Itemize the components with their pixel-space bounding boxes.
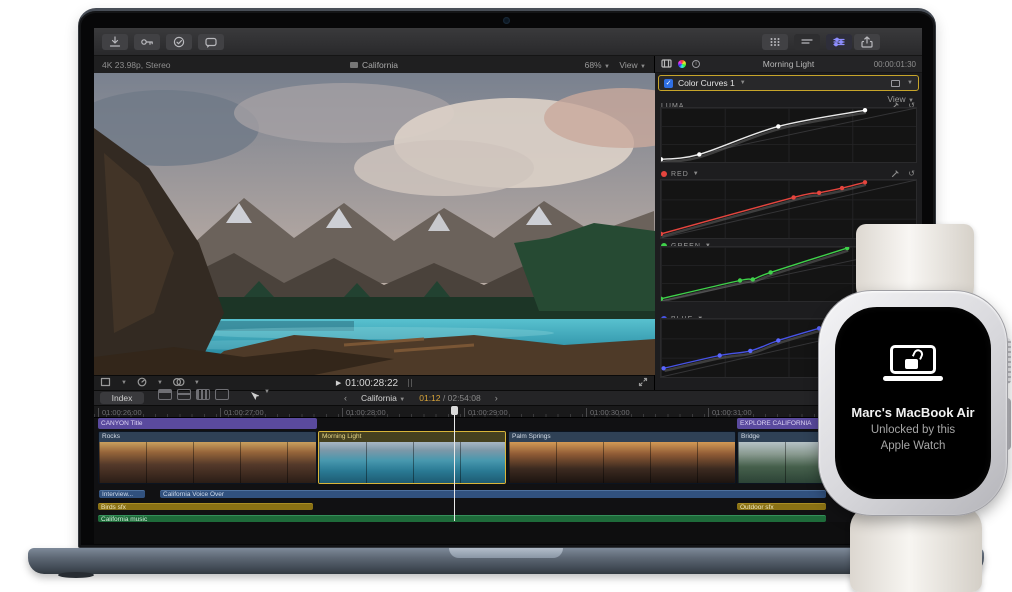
ruler-label: 01:00:30:00 xyxy=(586,408,630,417)
import-icon[interactable] xyxy=(102,34,128,50)
timeline-toolbar: Index ▼ ‹ California ▼ 01:12 / 02:54:08 … xyxy=(94,389,922,407)
share-icon[interactable] xyxy=(854,34,880,50)
inspector-icon[interactable] xyxy=(826,34,852,50)
clip-appearance-icon[interactable] xyxy=(196,389,210,400)
music-clip[interactable]: California music xyxy=(98,515,826,522)
audio-meters-icon xyxy=(408,379,413,387)
zoom-level-dropdown[interactable]: 68% xyxy=(585,60,602,70)
clip-appearance-icon[interactable] xyxy=(177,389,191,400)
video-inspector-icon[interactable] xyxy=(661,55,672,73)
clip-thumbnail xyxy=(509,442,735,483)
clip-thumbnail xyxy=(99,442,316,483)
chevron-down-icon: ▼ xyxy=(739,80,746,86)
clip-appearance-icon[interactable] xyxy=(215,389,229,400)
correction-name: Color Curves 1 xyxy=(678,78,735,88)
toolbar-left-group xyxy=(102,34,224,50)
ruler-label: 01:00:27:00 xyxy=(220,408,264,417)
chevron-down-icon: ▼ xyxy=(156,380,163,386)
viewer-timecode: 01:00:28:22 xyxy=(345,377,399,389)
ruler-label: 01:00:26:00 xyxy=(98,408,142,417)
select-tool-icon[interactable] xyxy=(249,389,260,407)
viewer-control-bar: ▼ ▼ ▼ ▶ 01:00:28:22 xyxy=(94,375,654,390)
inspector-clip-title: Morning Light xyxy=(762,59,815,69)
play-icon[interactable]: ▶ xyxy=(336,379,341,387)
key-icon[interactable] xyxy=(134,34,160,50)
chevron-down-icon: ▼ xyxy=(399,397,406,403)
history-forward-icon[interactable]: › xyxy=(495,393,498,403)
video-clip[interactable]: Palm Springs xyxy=(508,431,736,484)
red-channel-icon xyxy=(661,171,667,177)
watch-band-bottom xyxy=(850,506,982,592)
correction-enabled-checkbox[interactable]: ✓ xyxy=(664,78,673,88)
correction-selector[interactable]: ✓ Color Curves 1 ▼ ▼ xyxy=(658,75,919,91)
playhead-handle[interactable] xyxy=(451,406,458,415)
macbook-foot xyxy=(58,572,94,578)
reset-icon[interactable]: ↺ xyxy=(908,169,916,180)
chevron-down-icon: ▼ xyxy=(121,380,127,386)
color-inspector-icon[interactable] xyxy=(678,60,686,68)
app-toolbar xyxy=(94,28,922,56)
timeline-view-icon[interactable] xyxy=(794,34,820,50)
chevron-down-icon: ▼ xyxy=(692,171,700,177)
watch-screen: Marc's MacBook Air Unlocked by this Appl… xyxy=(835,307,991,499)
audio-clip[interactable]: Outdoor sfx xyxy=(737,503,826,510)
video-preview[interactable] xyxy=(94,73,655,375)
clip-thumbnail xyxy=(319,442,505,483)
chevron-down-icon[interactable]: ▼ xyxy=(907,80,913,86)
media-tag-icon[interactable] xyxy=(198,34,224,50)
ruler-label: 01:00:29:00 xyxy=(464,408,508,417)
macbook-lid-notch xyxy=(449,548,563,558)
timeline-timecode: 01:12 / 02:54:08 xyxy=(419,393,481,403)
eyedropper-icon[interactable] xyxy=(891,169,900,180)
audio-clip[interactable]: California Voice Over xyxy=(160,490,826,498)
video-clip-selected[interactable]: Morning Light xyxy=(318,431,506,484)
transport[interactable]: ▶ 01:00:28:22 xyxy=(260,378,488,389)
index-button[interactable]: Index xyxy=(100,392,144,404)
watch-status-text: Unlocked by this Apple Watch xyxy=(870,424,956,452)
timeline-ruler[interactable]: 01:00:26:00 01:00:27:00 01:00:28:00 01:0… xyxy=(94,406,922,418)
viewer-header: 4K 23.98p, Stereo California 68% ▼ View … xyxy=(94,56,654,73)
clip-appearance-icon[interactable] xyxy=(158,389,172,400)
chevron-down-icon: ▼ xyxy=(264,389,270,395)
luma-curve-grid[interactable] xyxy=(660,107,917,163)
webcam-icon xyxy=(503,17,510,24)
inspector-clip-duration: 00:00:01:30 xyxy=(873,59,916,69)
final-cut-pro-window: 4K 23.98p, Stereo California 68% ▼ View … xyxy=(94,28,922,544)
apple-watch: Marc's MacBook Air Unlocked by this Appl… xyxy=(818,290,1008,516)
audio-clip[interactable]: Birds sfx xyxy=(98,503,313,510)
video-clip[interactable]: Rocks xyxy=(98,431,317,484)
view-dropdown[interactable]: View xyxy=(619,60,637,70)
clip-appearance-icons: ▼ xyxy=(158,389,270,407)
mountain-lake-scene xyxy=(94,73,655,375)
viewer-header-right: 68% ▼ View ▼ xyxy=(486,60,646,70)
toolbar-right-group xyxy=(762,34,852,50)
playhead[interactable] xyxy=(451,406,458,521)
stage: 4K 23.98p, Stereo California 68% ▼ View … xyxy=(0,0,1012,592)
history-back-icon[interactable]: ‹ xyxy=(344,393,347,403)
timeline-tracks: CANYON Title EXPLORE CALIFORNIA Rocks Mo… xyxy=(94,418,922,522)
viewer-project-title: California xyxy=(262,60,486,70)
title-clip[interactable]: CANYON Title xyxy=(98,418,317,429)
viewer-panel: 4K 23.98p, Stereo California 68% ▼ View … xyxy=(94,56,655,390)
compare-icon[interactable] xyxy=(891,79,901,87)
ruler-label: 01:00:31:00 xyxy=(708,408,752,417)
audio-clip[interactable]: Interview... xyxy=(99,490,145,498)
chevron-down-icon: ▼ xyxy=(603,63,610,70)
timeline-navigation: ‹ California ▼ 01:12 / 02:54:08 › xyxy=(344,393,498,403)
browser-icon[interactable] xyxy=(762,34,788,50)
timeline-project-name[interactable]: California ▼ xyxy=(361,393,405,403)
inspector-header: i Morning Light 00:00:01:30 xyxy=(655,56,922,73)
project-icon xyxy=(350,61,359,68)
info-icon[interactable]: i xyxy=(692,60,700,68)
chevron-down-icon: ▼ xyxy=(640,63,646,70)
share-group xyxy=(854,34,880,50)
clip-format-info: 4K 23.98p, Stereo xyxy=(102,59,171,70)
unlocked-macbook-icon xyxy=(881,345,945,385)
red-curve-label[interactable]: RED ▼ ↺ xyxy=(661,169,916,179)
ruler-label: 01:00:28:00 xyxy=(342,408,386,417)
chevron-down-icon: ▼ xyxy=(193,380,200,386)
watch-device-name: Marc's MacBook Air xyxy=(851,405,975,420)
background-tasks-icon[interactable] xyxy=(166,34,192,50)
